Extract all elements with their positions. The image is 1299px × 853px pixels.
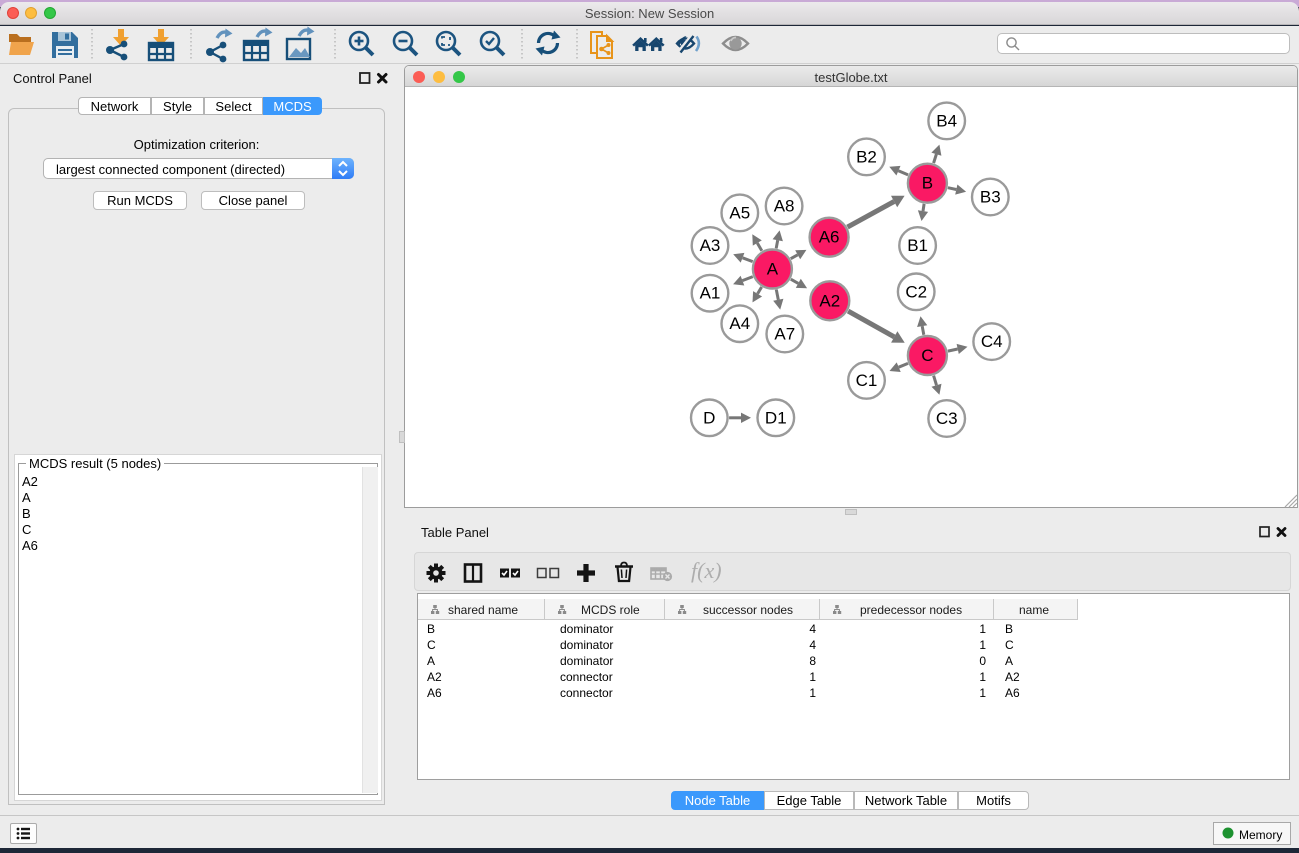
svg-text:B1: B1 — [907, 236, 928, 255]
svg-text:A3: A3 — [700, 236, 721, 255]
svg-text:B: B — [1005, 622, 1013, 636]
svg-text:dominator: dominator — [560, 654, 613, 668]
svg-text:dominator: dominator — [560, 638, 613, 652]
svg-text:C1: C1 — [856, 371, 878, 390]
svg-text:A: A — [767, 260, 779, 279]
svg-text:C4: C4 — [981, 332, 1003, 351]
svg-text:1: 1 — [979, 686, 986, 700]
svg-text:1: 1 — [979, 622, 986, 636]
svg-text:A6: A6 — [819, 228, 840, 247]
svg-text:A1: A1 — [700, 284, 721, 303]
svg-text:A8: A8 — [774, 197, 795, 216]
svg-text:B4: B4 — [936, 111, 957, 130]
svg-text:A5: A5 — [729, 203, 750, 222]
svg-text:connector: connector — [560, 686, 613, 700]
svg-text:0: 0 — [979, 654, 986, 668]
svg-text:4: 4 — [809, 638, 816, 652]
svg-text:D: D — [703, 408, 715, 427]
svg-text:B2: B2 — [856, 147, 877, 166]
svg-text:1: 1 — [979, 670, 986, 684]
svg-text:C: C — [1005, 638, 1014, 652]
svg-text:connector: connector — [560, 670, 613, 684]
svg-text:C: C — [921, 346, 933, 365]
svg-text:A4: A4 — [729, 314, 750, 333]
svg-text:C2: C2 — [905, 282, 927, 301]
svg-text:C3: C3 — [936, 409, 958, 428]
svg-text:dominator: dominator — [560, 622, 613, 636]
svg-text:4: 4 — [809, 622, 816, 636]
svg-text:A2: A2 — [1005, 670, 1020, 684]
svg-text:A2: A2 — [819, 291, 840, 310]
svg-text:B: B — [922, 174, 933, 193]
svg-text:A: A — [427, 654, 435, 668]
svg-text:successor nodes: successor nodes — [703, 603, 793, 617]
svg-text:A2: A2 — [427, 670, 442, 684]
svg-text:1: 1 — [809, 686, 816, 700]
svg-text:shared name: shared name — [448, 603, 518, 617]
svg-text:8: 8 — [809, 654, 816, 668]
svg-text:1: 1 — [809, 670, 816, 684]
svg-text:B3: B3 — [980, 188, 1001, 207]
svg-text:B: B — [427, 622, 435, 636]
svg-text:A6: A6 — [1005, 686, 1020, 700]
svg-text:predecessor nodes: predecessor nodes — [860, 603, 962, 617]
svg-text:1: 1 — [979, 638, 986, 652]
svg-text:A7: A7 — [774, 325, 795, 344]
svg-text:C: C — [427, 638, 436, 652]
svg-text:name: name — [1019, 603, 1049, 617]
svg-text:MCDS role: MCDS role — [581, 603, 640, 617]
svg-text:A: A — [1005, 654, 1013, 668]
svg-text:D1: D1 — [765, 408, 787, 427]
svg-text:A6: A6 — [427, 686, 442, 700]
